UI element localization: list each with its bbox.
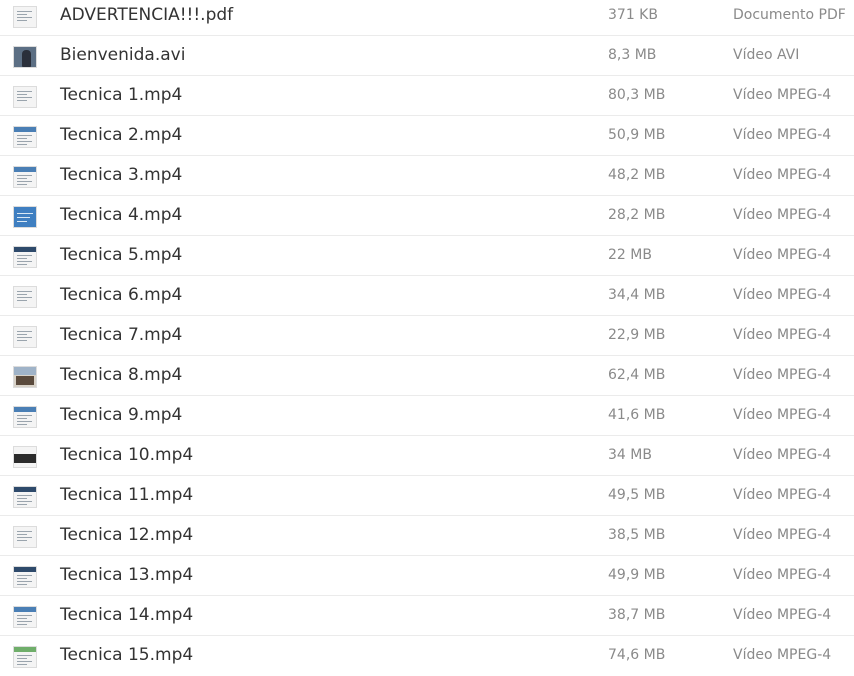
file-name[interactable]: Tecnica 8.mp4: [60, 365, 182, 385]
file-row[interactable]: Tecnica 3.mp4 48,2 MB Vídeo MPEG-4: [0, 156, 854, 196]
file-size: 28,2 MB: [608, 207, 666, 223]
file-size: 34,4 MB: [608, 287, 666, 303]
file-size: 48,2 MB: [608, 167, 666, 183]
file-size: 38,5 MB: [608, 527, 666, 543]
file-type: Documento PDF: [733, 7, 846, 23]
video-thumbnail-icon: [13, 46, 37, 68]
file-row[interactable]: Tecnica 8.mp4 62,4 MB Vídeo MPEG-4: [0, 356, 854, 396]
file-name[interactable]: Tecnica 14.mp4: [60, 605, 193, 625]
file-size: 8,3 MB: [608, 47, 657, 63]
file-type: Vídeo MPEG-4: [733, 407, 832, 423]
file-name[interactable]: ADVERTENCIA!!!.pdf: [60, 5, 233, 25]
file-size: 50,9 MB: [608, 127, 666, 143]
file-type: Vídeo MPEG-4: [733, 607, 832, 623]
file-size: 34 MB: [608, 447, 652, 463]
file-name[interactable]: Tecnica 3.mp4: [60, 165, 182, 185]
video-thumbnail-icon: [13, 206, 37, 228]
file-size: 80,3 MB: [608, 87, 666, 103]
file-type: Vídeo MPEG-4: [733, 127, 832, 143]
file-name[interactable]: Tecnica 6.mp4: [60, 285, 182, 305]
file-name[interactable]: Tecnica 9.mp4: [60, 405, 182, 425]
file-type: Vídeo MPEG-4: [733, 87, 832, 103]
file-row[interactable]: Tecnica 1.mp4 80,3 MB Vídeo MPEG-4: [0, 76, 854, 116]
file-row[interactable]: Tecnica 15.mp4 74,6 MB Vídeo MPEG-4: [0, 636, 854, 676]
file-type: Vídeo MPEG-4: [733, 287, 832, 303]
file-size: 74,6 MB: [608, 647, 666, 663]
video-thumbnail-icon: [13, 86, 37, 108]
document-thumbnail-icon: [13, 6, 37, 28]
file-size: 41,6 MB: [608, 407, 666, 423]
video-thumbnail-icon: [13, 486, 37, 508]
file-size: 22,9 MB: [608, 327, 666, 343]
video-thumbnail-icon: [13, 446, 37, 468]
file-type: Vídeo MPEG-4: [733, 367, 832, 383]
file-name[interactable]: Tecnica 5.mp4: [60, 245, 182, 265]
file-type: Vídeo MPEG-4: [733, 487, 832, 503]
file-row[interactable]: Tecnica 11.mp4 49,5 MB Vídeo MPEG-4: [0, 476, 854, 516]
file-size: 38,7 MB: [608, 607, 666, 623]
video-thumbnail-icon: [13, 286, 37, 308]
file-row[interactable]: ADVERTENCIA!!!.pdf 371 KB Documento PDF: [0, 0, 854, 36]
file-row[interactable]: Tecnica 2.mp4 50,9 MB Vídeo MPEG-4: [0, 116, 854, 156]
file-row[interactable]: Bienvenida.avi 8,3 MB Vídeo AVI: [0, 36, 854, 76]
file-name[interactable]: Tecnica 7.mp4: [60, 325, 182, 345]
video-thumbnail-icon: [13, 246, 37, 268]
video-thumbnail-icon: [13, 366, 37, 388]
file-type: Vídeo AVI: [733, 47, 800, 63]
file-size: 371 KB: [608, 7, 658, 23]
video-thumbnail-icon: [13, 566, 37, 588]
file-size: 49,5 MB: [608, 487, 666, 503]
file-type: Vídeo MPEG-4: [733, 647, 832, 663]
video-thumbnail-icon: [13, 406, 37, 428]
file-row[interactable]: Tecnica 12.mp4 38,5 MB Vídeo MPEG-4: [0, 516, 854, 556]
file-type: Vídeo MPEG-4: [733, 327, 832, 343]
file-row[interactable]: Tecnica 10.mp4 34 MB Vídeo MPEG-4: [0, 436, 854, 476]
file-row[interactable]: Tecnica 7.mp4 22,9 MB Vídeo MPEG-4: [0, 316, 854, 356]
file-name[interactable]: Tecnica 10.mp4: [60, 445, 193, 465]
file-type: Vídeo MPEG-4: [733, 207, 832, 223]
video-thumbnail-icon: [13, 646, 37, 668]
file-row[interactable]: Tecnica 9.mp4 41,6 MB Vídeo MPEG-4: [0, 396, 854, 436]
file-row[interactable]: Tecnica 6.mp4 34,4 MB Vídeo MPEG-4: [0, 276, 854, 316]
file-row[interactable]: Tecnica 13.mp4 49,9 MB Vídeo MPEG-4: [0, 556, 854, 596]
file-name[interactable]: Tecnica 1.mp4: [60, 85, 182, 105]
file-type: Vídeo MPEG-4: [733, 167, 832, 183]
file-size: 49,9 MB: [608, 567, 666, 583]
video-thumbnail-icon: [13, 326, 37, 348]
file-row[interactable]: Tecnica 14.mp4 38,7 MB Vídeo MPEG-4: [0, 596, 854, 636]
file-row[interactable]: Tecnica 4.mp4 28,2 MB Vídeo MPEG-4: [0, 196, 854, 236]
file-list: ADVERTENCIA!!!.pdf 371 KB Documento PDF Bie…: [0, 0, 854, 676]
file-name[interactable]: Tecnica 4.mp4: [60, 205, 182, 225]
video-thumbnail-icon: [13, 166, 37, 188]
file-size: 22 MB: [608, 247, 652, 263]
file-name[interactable]: Tecnica 11.mp4: [60, 485, 193, 505]
file-type: Vídeo MPEG-4: [733, 567, 832, 583]
file-type: Vídeo MPEG-4: [733, 247, 832, 263]
file-name[interactable]: Tecnica 13.mp4: [60, 565, 193, 585]
file-type: Vídeo MPEG-4: [733, 447, 832, 463]
file-name[interactable]: Tecnica 2.mp4: [60, 125, 182, 145]
file-name[interactable]: Tecnica 12.mp4: [60, 525, 193, 545]
video-thumbnail-icon: [13, 526, 37, 548]
file-name[interactable]: Tecnica 15.mp4: [60, 645, 193, 665]
file-row[interactable]: Tecnica 5.mp4 22 MB Vídeo MPEG-4: [0, 236, 854, 276]
file-size: 62,4 MB: [608, 367, 666, 383]
file-name[interactable]: Bienvenida.avi: [60, 45, 185, 65]
file-type: Vídeo MPEG-4: [733, 527, 832, 543]
video-thumbnail-icon: [13, 126, 37, 148]
video-thumbnail-icon: [13, 606, 37, 628]
